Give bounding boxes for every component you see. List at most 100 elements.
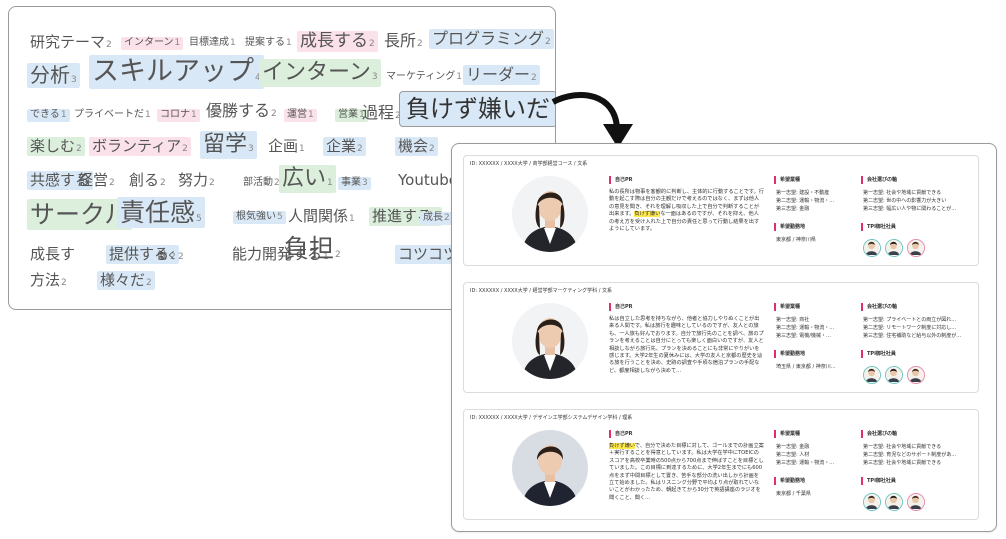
- profile-photo: [512, 430, 588, 506]
- word-cloud-term[interactable]: 企画1: [265, 137, 308, 156]
- axis-pref-3: 第三志望: 住宅補助など給与以外の制度が…: [863, 333, 962, 339]
- employee-avatar[interactable]: [885, 239, 903, 257]
- tpi-heading: TPI御社社員: [861, 223, 896, 231]
- word-cloud-term-text: 責任感: [120, 198, 196, 227]
- pr-highlight: 負けず嫌い: [609, 443, 635, 449]
- word-cloud-term[interactable]: 創る2: [126, 171, 169, 190]
- word-cloud-term[interactable]: 楽しむ2: [27, 137, 85, 156]
- job-preferences: 第一志望: 金融 第二志望: 人材 第三志望: 運輸・物流・…: [776, 443, 854, 467]
- word-cloud-term[interactable]: 機会2: [395, 137, 438, 156]
- area-value: 東京都 / 神奈川県: [776, 237, 816, 243]
- word-cloud-term-text: 負担: [284, 234, 335, 263]
- word-cloud-term-text: 成長する: [300, 31, 368, 51]
- word-cloud-term[interactable]: インターン1: [121, 37, 184, 50]
- word-cloud-term-text: 経営: [78, 171, 109, 189]
- word-cloud-term-text: ボランティア: [92, 137, 182, 155]
- word-cloud-term[interactable]: インターン3: [259, 59, 381, 87]
- axis-pref-2: 第二志望: リモートワーク制度に対応し…: [863, 325, 957, 331]
- employee-avatar[interactable]: [885, 493, 903, 511]
- profile-card[interactable]: ID: XXXXXX / XXXX大学 / 商学部経営コース / 文系 自己PR…: [463, 155, 979, 266]
- tpi-heading: TPI御社社員: [861, 477, 896, 485]
- word-cloud-term-count: 2: [106, 40, 112, 50]
- axis-pref-2: 第二志望: 世の中への影響力が大きい: [863, 198, 947, 204]
- word-cloud-term[interactable]: 努力2: [175, 171, 218, 190]
- job-pref-2: 第二志望: 運輸・物流・…: [776, 198, 835, 204]
- employee-avatar[interactable]: [863, 366, 881, 384]
- word-cloud-term[interactable]: 優勝する2: [203, 101, 280, 121]
- profile-photo: [512, 303, 588, 379]
- profile-card[interactable]: ID: XXXXXX / XXXX大学 / 経営学部マーケティング学科 / 文系…: [463, 282, 979, 393]
- employee-avatar[interactable]: [907, 239, 925, 257]
- axis-pref-2: 第二志望: 育児などのサポート制度があ…: [863, 452, 957, 458]
- word-cloud-term[interactable]: プライベートだ1: [71, 109, 154, 122]
- word-cloud-term[interactable]: 働く2: [154, 251, 187, 264]
- word-cloud-term-text: プログラミング: [432, 29, 545, 48]
- employee-avatar[interactable]: [863, 493, 881, 511]
- word-cloud-term[interactable]: できる1: [27, 109, 70, 122]
- word-cloud-term-text: 様々だ: [100, 271, 146, 289]
- axis-preferences: 第一志望: プライベートとの両立が図れ… 第二志望: リモートワーク制度に対応し…: [863, 316, 975, 340]
- pr-heading: 自己PR: [609, 176, 633, 184]
- profile-card[interactable]: ID: XXXXXX / XXXX大学 / デザイン工学部システムデザイン学科 …: [463, 409, 979, 520]
- word-cloud-term[interactable]: 広い1: [279, 165, 336, 193]
- word-cloud-term[interactable]: 経営2: [75, 171, 118, 190]
- word-cloud-term[interactable]: 負担2: [281, 233, 344, 264]
- job-heading: 希望業種: [774, 430, 800, 438]
- employee-avatar[interactable]: [907, 493, 925, 511]
- word-cloud-term[interactable]: 目標達成1: [186, 37, 239, 50]
- pr-heading: 自己PR: [609, 303, 633, 311]
- word-cloud-term-text: 事業: [341, 177, 361, 188]
- word-cloud-term[interactable]: 留学3: [200, 131, 257, 159]
- word-cloud-term[interactable]: 企業2: [323, 137, 366, 156]
- word-cloud-term-count: 1: [145, 110, 151, 120]
- word-cloud-term[interactable]: 様々だ2: [97, 271, 155, 290]
- word-cloud-term-text: 過程: [362, 103, 395, 122]
- word-cloud-term-count: 2: [444, 213, 450, 223]
- word-cloud-term[interactable]: 成長2: [420, 212, 453, 225]
- word-cloud-term[interactable]: 成長す: [27, 245, 78, 264]
- employee-avatar[interactable]: [863, 239, 881, 257]
- word-cloud-term-text: 研究テーマ: [30, 33, 106, 51]
- word-cloud-term-text: コロナ: [160, 109, 190, 120]
- word-cloud-term[interactable]: 根気強い5: [233, 211, 286, 224]
- word-cloud-term-text: 分析: [30, 63, 70, 87]
- word-cloud-term[interactable]: ボランティア2: [89, 137, 191, 156]
- word-cloud-term[interactable]: 過程2: [359, 103, 404, 123]
- pr-heading: 自己PR: [609, 430, 633, 438]
- word-cloud-term[interactable]: コロナ1: [157, 109, 200, 122]
- word-cloud-term[interactable]: 人間関係1: [285, 207, 358, 226]
- word-cloud-term-count: 5: [196, 214, 202, 224]
- employee-avatar[interactable]: [907, 366, 925, 384]
- word-cloud-term[interactable]: マーケティング1: [383, 71, 465, 84]
- word-cloud-term[interactable]: 事業3: [338, 177, 371, 190]
- axis-heading: 会社選びの軸: [861, 303, 897, 311]
- word-cloud-term-text: 部活動: [243, 177, 273, 188]
- word-cloud-term-count: 1: [174, 38, 181, 48]
- word-cloud-term-count: 2: [531, 73, 537, 83]
- word-cloud-term[interactable]: 長所2: [381, 31, 426, 51]
- word-cloud-term[interactable]: 分析3: [27, 63, 80, 88]
- word-cloud-term-count: 2: [160, 178, 166, 188]
- word-cloud-term-text: 機会: [398, 137, 429, 155]
- area-value: 東京都 / 千葉県: [776, 491, 811, 497]
- word-cloud-term[interactable]: スキルアップ4: [89, 55, 264, 89]
- axis-pref-1: 第一志望: プライベートとの両立が図れ…: [863, 317, 957, 323]
- employee-avatar[interactable]: [885, 366, 903, 384]
- word-cloud-term[interactable]: 負けず嫌いだ: [399, 91, 555, 127]
- word-cloud-term[interactable]: 方法2: [27, 271, 70, 290]
- word-cloud-term[interactable]: プログラミング2: [429, 29, 554, 49]
- word-cloud-term[interactable]: 運営1: [284, 109, 317, 122]
- word-cloud-term[interactable]: リーダー2: [463, 65, 540, 85]
- word-cloud-term-text: Youtube: [398, 171, 458, 189]
- word-cloud-term-text: 優勝する: [206, 101, 271, 120]
- word-cloud-term[interactable]: 部活動2: [240, 177, 283, 190]
- axis-heading: 会社選びの軸: [861, 176, 897, 184]
- word-cloud-term-count: 1: [230, 38, 236, 48]
- word-cloud-term[interactable]: 提案する1: [242, 37, 295, 50]
- word-cloud-term[interactable]: 研究テーマ2: [27, 33, 115, 52]
- word-cloud-term-count: 1: [327, 178, 333, 188]
- word-cloud-term[interactable]: 責任感5: [117, 197, 205, 229]
- word-cloud-term[interactable]: 成長する2: [297, 31, 378, 53]
- word-cloud-term-text: 楽しむ: [30, 137, 76, 155]
- word-cloud-term-count: 2: [429, 144, 435, 154]
